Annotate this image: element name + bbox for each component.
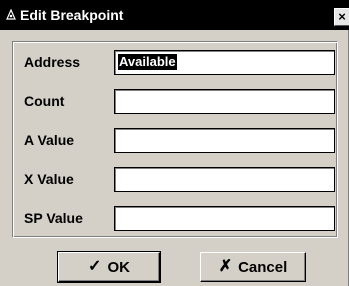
title-bar[interactable]: Edit Breakpoint × [0, 0, 349, 30]
x-mark-icon: ✗ [218, 258, 233, 275]
a-value-label: A Value [24, 132, 75, 148]
x-value-input[interactable] [114, 167, 335, 192]
debug-bug-icon [6, 9, 16, 20]
count-label: Count [24, 93, 65, 109]
edit-breakpoint-dialog: Edit Breakpoint × Address Available Coun… [0, 0, 349, 286]
x-value-label: X Value [24, 171, 74, 187]
ok-label: OK [107, 258, 130, 276]
cancel-button[interactable]: ✗ Cancel [200, 252, 306, 282]
ok-button[interactable]: ✓ OK [57, 251, 161, 283]
window-title: Edit Breakpoint [20, 7, 124, 23]
address-label: Address [24, 54, 81, 70]
checkmark-icon: ✓ [88, 258, 102, 275]
cancel-label: Cancel [238, 258, 288, 276]
close-button[interactable]: × [334, 8, 349, 26]
sp-value-label: SP Value [24, 210, 83, 226]
count-input[interactable] [114, 89, 335, 114]
a-value-input[interactable] [114, 128, 335, 153]
address-value-selected: Available [118, 54, 177, 70]
sp-value-input[interactable] [114, 206, 335, 231]
